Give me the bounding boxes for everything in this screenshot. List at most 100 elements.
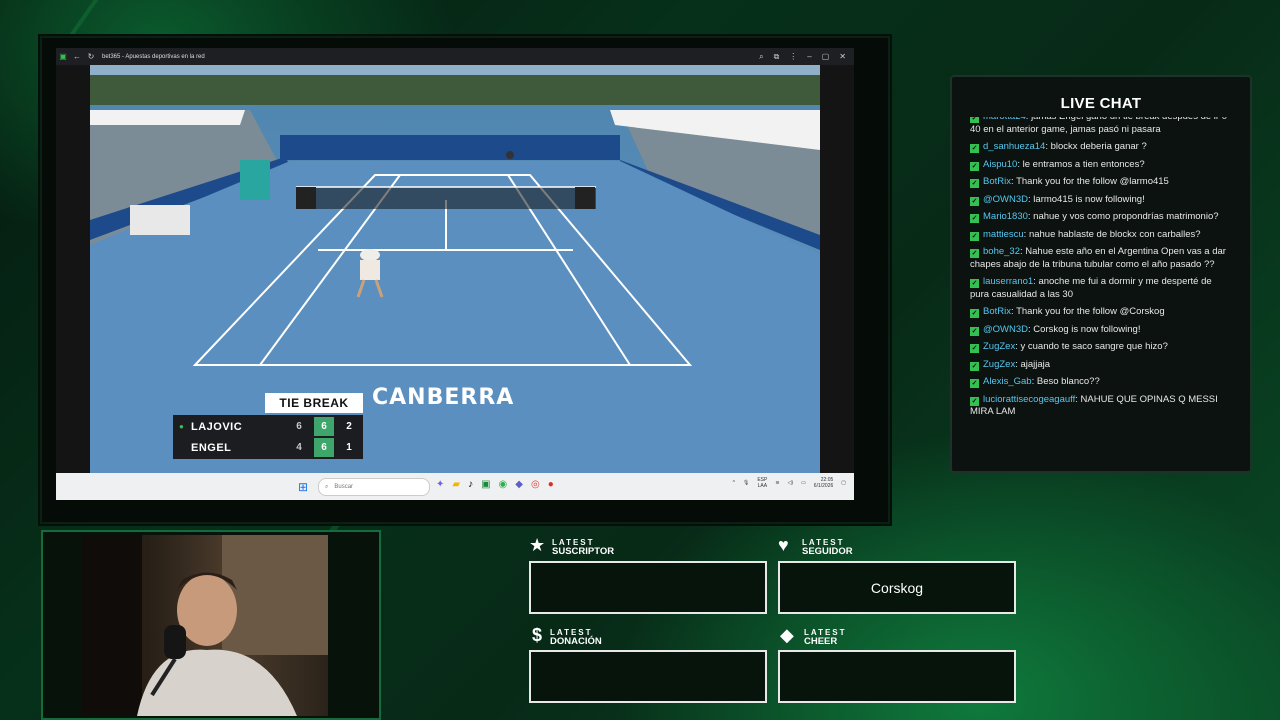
chat-badge-icon: ✓ [970, 161, 979, 171]
score-row-player1: ● LAJOVIC 6 6 2 [173, 416, 363, 437]
chrome-icon[interactable]: ◎ [531, 479, 540, 490]
app-icon: ▣ [59, 52, 67, 61]
zoom-icon[interactable]: ⌕ [759, 52, 763, 62]
chat-message: ✓ BotRix: Thank you for the follow @Corsk… [970, 306, 1232, 319]
tiktok-icon[interactable]: ♪ [468, 479, 473, 490]
point-score: 1 [346, 442, 352, 453]
maximize-button[interactable]: ▢ [822, 52, 830, 62]
latest-donacion-box [529, 650, 767, 703]
browser-titlebar: ▣ ← ↻ bet365 - Apuestas deportivas en la… [56, 48, 854, 65]
live-chat-panel: LIVE CHAT ✓marotta24: jamas Engel gano u… [950, 75, 1252, 473]
chat-text: ajajjaja [1020, 358, 1051, 370]
player-name: ENGEL [191, 441, 232, 454]
tennis-video[interactable]: TIE BREAK ● LAJOVIC 6 6 2 ENGEL 4 6 1 CA… [90, 65, 820, 473]
chevron-up-icon[interactable]: ^ [733, 480, 735, 486]
browser-tab-title: bet365 - Apuestas deportivas en la red [102, 53, 205, 60]
battery-icon[interactable]: ▭ [801, 480, 806, 486]
chat-username[interactable]: @OWN3D [983, 194, 1028, 205]
back-icon[interactable]: ← [70, 52, 84, 61]
chat-text: Corskog is now following! [1033, 323, 1141, 335]
clock-date: 6/1/2026 [813, 483, 834, 489]
taskbar-apps: ✦ ▰ ♪ ▣ ◉ ◆ ◎ ● [436, 479, 554, 490]
language-indicator[interactable]: ESP LAA [757, 477, 767, 489]
chat-username[interactable]: Aispu10 [983, 159, 1017, 170]
chat-text: y cuando te saco sangre que hizo? [1020, 341, 1168, 352]
video-letterbox-right [820, 65, 854, 473]
score-table: ● LAJOVIC 6 6 2 ENGEL 4 6 1 [173, 415, 363, 459]
extensions-icon[interactable]: ⧉ [774, 52, 780, 62]
reload-icon[interactable]: ↻ [84, 52, 98, 61]
serve-indicator-icon: ● [179, 422, 184, 431]
chat-badge-icon: ✓ [970, 196, 979, 206]
close-button[interactable]: ✕ [839, 52, 846, 62]
star-icon: ★ [529, 535, 546, 555]
streamer-image [82, 535, 328, 716]
chat-text: Thank you for the follow @larmo415 [1016, 176, 1169, 187]
latest-cheer-box [778, 650, 1016, 703]
copilot-icon[interactable]: ✦ [436, 479, 444, 490]
chat-message: ✓ ZugZex: y cuando te saco sangre que hiz… [970, 341, 1232, 354]
latest-suscriptor-box [529, 561, 767, 614]
chat-message-list[interactable]: ✓marotta24: jamas Engel gano un tie brea… [970, 117, 1232, 453]
chat-username[interactable]: Mario1830 [983, 211, 1028, 222]
chat-text: le entramos a tien entonces? [1022, 158, 1145, 170]
clock[interactable]: 22:05 6/1/2026 [814, 477, 833, 489]
latest-seguidor-label: LATEST SEGUIDOR [802, 538, 853, 557]
menu-icon[interactable]: ⋮ [789, 52, 797, 62]
latest-cheer-label: LATEST CHEER [804, 628, 847, 647]
chat-username[interactable]: lauserrano1 [983, 276, 1033, 287]
chat-username[interactable]: Alexis_Gab [983, 376, 1032, 387]
chat-message: ✓ luciorattisecogeagauff: NAHUE QUE OPINA… [970, 394, 1232, 419]
chat-username[interactable]: ZugZex [983, 359, 1015, 370]
search-icon: ⌕ [325, 483, 329, 490]
chat-badge-icon: ✓ [970, 144, 979, 153]
video-letterbox-left [56, 65, 90, 473]
chat-username[interactable]: luciorattisecogeagauff [983, 394, 1075, 405]
minimize-button[interactable]: – [807, 52, 811, 62]
set-score: 4 [296, 442, 302, 453]
chat-message: ✓ mattiescu: nahue hablaste de blockx con… [970, 229, 1232, 242]
system-tray: ^ 🎙 ESP LAA ≋ ◁) ▭ 22:05 6/1/2026 ▢ [733, 477, 846, 489]
set-score: 6 [296, 421, 302, 432]
windows-start-icon[interactable]: ⊞ [298, 480, 308, 494]
latest-seguidor-box: Corskog [778, 561, 1016, 614]
mic-icon[interactable]: 🎙 [743, 480, 749, 486]
webcam-feed [82, 535, 328, 716]
diamond-icon: ◆ [780, 625, 794, 645]
chat-username[interactable]: BotRix [983, 306, 1011, 317]
chat-badge-icon: ✓ [970, 361, 979, 371]
app-green-icon[interactable]: ▣ [481, 479, 490, 490]
chat-username[interactable]: marotta24 [983, 117, 1026, 122]
chat-username[interactable]: ZugZex [983, 341, 1015, 352]
chat-username[interactable]: @OWN3D [983, 324, 1028, 335]
chat-badge-icon: ✓ [970, 231, 979, 241]
chat-text: Beso blanco?? [1036, 376, 1100, 387]
chat-username[interactable]: d_sanhueza14 [983, 141, 1045, 152]
teams-icon[interactable]: ◆ [515, 479, 523, 490]
browser-window: ▣ ← ↻ bet365 - Apuestas deportivas en la… [56, 48, 854, 500]
whatsapp-icon[interactable]: ◉ [499, 479, 508, 490]
chat-badge-icon: ✓ [970, 344, 979, 353]
volume-icon[interactable]: ◁) [788, 480, 794, 486]
chat-badge-icon: ✓ [970, 279, 979, 288]
chat-message: ✓ Aispu10: le entramos a tien entonces? [970, 159, 1232, 172]
chat-text: nahue hablaste de blockx con carballes? [1028, 228, 1201, 240]
notification-icon[interactable]: ▢ [841, 480, 846, 486]
chat-message: ✓ @OWN3D: Corskog is now following! [970, 324, 1232, 337]
chat-username[interactable]: mattiescu [983, 229, 1024, 240]
app-red-icon[interactable]: ● [548, 479, 554, 490]
chat-text: Thank you for the follow @Corskog [1016, 306, 1165, 317]
chat-username[interactable]: BotRix [983, 176, 1011, 187]
chat-username[interactable]: bohe_32 [983, 246, 1020, 257]
player-name: LAJOVIC [191, 420, 243, 433]
heart-icon: ♥ [778, 535, 789, 555]
chat-text: larmo415 is now following! [1033, 193, 1145, 205]
game-score: 6 [314, 438, 334, 457]
chat-badge-icon: ✓ [970, 117, 979, 123]
game-score: 6 [314, 417, 334, 436]
chat-message: ✓ ZugZex: ajajjaja [970, 359, 1232, 372]
wifi-icon[interactable]: ≋ [775, 480, 779, 486]
folder-icon[interactable]: ▰ [452, 479, 460, 490]
chat-badge-icon: ✓ [970, 379, 979, 388]
taskbar-search[interactable]: ⌕ Buscar [318, 478, 430, 496]
